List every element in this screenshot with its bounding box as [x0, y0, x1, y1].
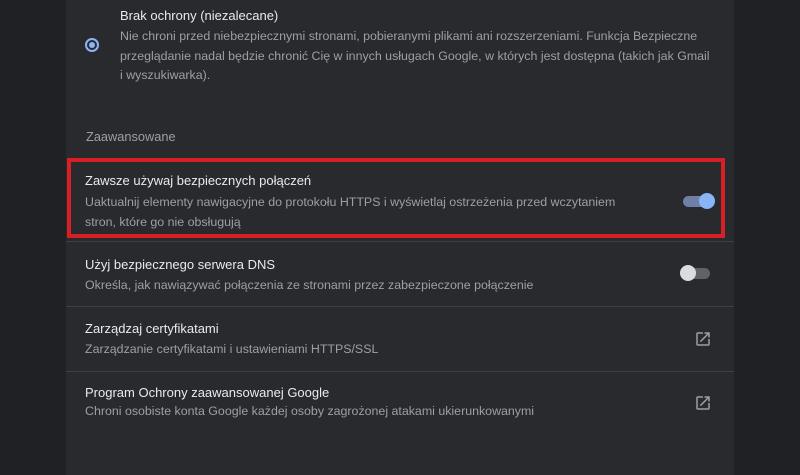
settings-page: Brak ochrony (niezalecane) Nie chroni pr… [0, 0, 800, 475]
advanced-protection-description: Chroni osobiste konta Google każdej osob… [85, 404, 535, 418]
always-https-toggle[interactable] [683, 193, 715, 209]
security-settings-card: Brak ochrony (niezalecane) Nie chroni pr… [66, 0, 734, 475]
secure-dns-toggle[interactable] [680, 265, 710, 281]
advanced-protection-title: Program Ochrony zaawansowanej Google [85, 385, 330, 400]
toggle-knob [680, 265, 696, 281]
no-protection-description: Nie chroni przed niebezpiecznymi stronam… [120, 29, 710, 82]
no-protection-option[interactable]: Brak ochrony (niezalecane) Nie chroni pr… [66, 0, 734, 100]
always-https-row[interactable]: Zawsze używaj bezpiecznych połączeń Uakt… [66, 163, 734, 241]
secure-dns-row[interactable]: Użyj bezpiecznego serwera DNS Określa, j… [66, 242, 734, 305]
manage-certificates-title: Zarządzaj certyfikatami [85, 321, 219, 336]
manage-certificates-row[interactable]: Zarządzaj certyfikatami Zarządzanie cert… [66, 307, 734, 370]
open-in-new-icon[interactable] [694, 330, 712, 348]
toggle-knob [699, 193, 715, 209]
secure-dns-title: Użyj bezpiecznego serwera DNS [85, 257, 276, 272]
always-https-description: Uaktualnij elementy nawigacyjne do proto… [85, 195, 616, 229]
no-protection-radio[interactable] [85, 38, 99, 52]
always-https-title: Zawsze używaj bezpiecznych połączeń [85, 173, 312, 188]
no-protection-title: Brak ochrony (niezalecane) [120, 8, 279, 23]
open-in-new-icon[interactable] [694, 394, 712, 412]
advanced-section-header: Zaawansowane [86, 129, 176, 144]
secure-dns-description: Określa, jak nawiązywać połączenia ze st… [85, 278, 534, 292]
advanced-protection-row[interactable]: Program Ochrony zaawansowanej Google Chr… [66, 372, 734, 435]
manage-certificates-description: Zarządzanie certyfikatami i ustawieniami… [85, 342, 379, 356]
